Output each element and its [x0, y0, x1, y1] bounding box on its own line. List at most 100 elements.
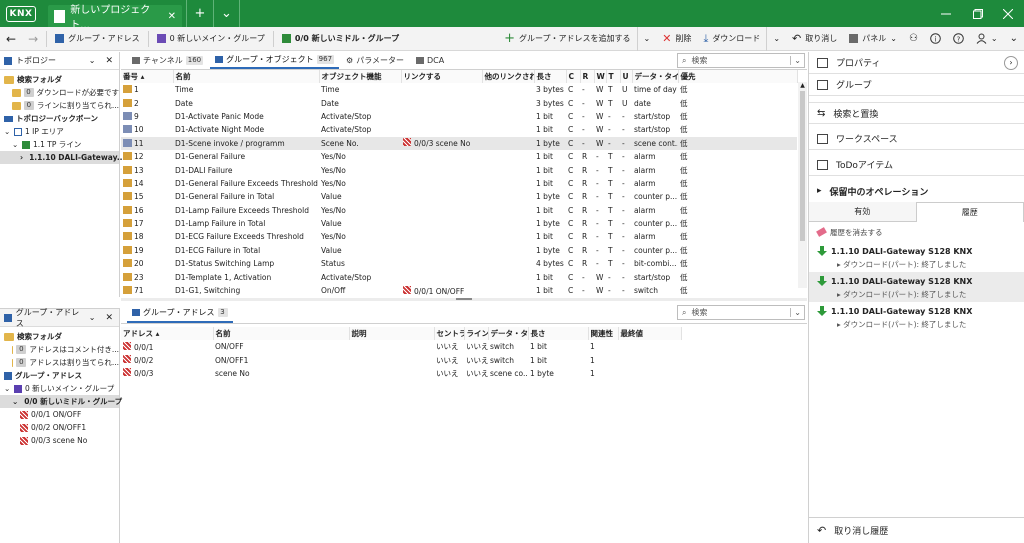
column-header[interactable]: 説明: [349, 327, 435, 340]
column-header[interactable]: U: [620, 70, 633, 83]
column-header[interactable]: W: [594, 70, 607, 83]
panel-button[interactable]: パネル ⌄: [843, 27, 903, 51]
user-icon[interactable]: ⌄: [970, 27, 1004, 51]
close-window-icon[interactable]: [992, 0, 1024, 27]
column-header[interactable]: 番号 ▴: [121, 70, 174, 83]
objects-scrollbar[interactable]: ▲: [798, 82, 807, 288]
column-header[interactable]: 名前: [173, 70, 320, 83]
ga-tree-item-row[interactable]: ⌄ 0 新しいメイン・グループ: [0, 382, 119, 395]
groups-item[interactable]: グループ: [809, 74, 1024, 96]
search-replace-item[interactable]: ⇆ 検索と置換: [809, 102, 1024, 124]
chevron-icon[interactable]: ⌄: [4, 384, 11, 393]
topology-item-row[interactable]: 検索フォルダ: [0, 73, 119, 86]
table-row[interactable]: 20 D1-Status Switching Lamp Status 4 bytes C…: [121, 257, 797, 270]
table-row[interactable]: 1 Time Time 3 bytes C - W T Utime of day 低: [121, 83, 797, 96]
search-dropdown-icon[interactable]: ⌄: [790, 308, 804, 317]
ga-tree-item-row[interactable]: 0/0/1 ON/OFF: [0, 408, 119, 421]
chevron-icon[interactable]: ⌄: [12, 140, 19, 149]
download-dropdown-icon[interactable]: ⌄: [766, 26, 786, 51]
minimize-icon[interactable]: [930, 0, 962, 27]
search-input[interactable]: 検索: [691, 307, 707, 318]
table-row[interactable]: 19 D1-ECG Failure in Total Value 1 byte C R - T…: [121, 244, 797, 257]
workspace-item[interactable]: ワークスペース: [809, 128, 1024, 150]
project-tab[interactable]: 新しいプロジェクト... ✕: [48, 5, 182, 31]
column-header[interactable]: オブジェクト機能: [319, 70, 402, 83]
ga-tree-item-row[interactable]: グループ・アドレス: [0, 369, 119, 382]
column-header[interactable]: データ・タイプ: [488, 327, 529, 340]
column-header[interactable]: セントラ: [434, 327, 465, 340]
table-row[interactable]: 0/0/3 scene No いいえ いいえ scene co... 1 byte 1: [121, 367, 681, 380]
splitter-handle[interactable]: [456, 298, 472, 300]
delete-button[interactable]: ✕ 削除: [656, 27, 697, 51]
column-header[interactable]: R: [580, 70, 595, 83]
column-header[interactable]: 優先: [678, 70, 798, 83]
properties-item[interactable]: プロパティ ›: [809, 52, 1024, 74]
table-row[interactable]: 0/0/1 ON/OFF いいえ いいえ switch 1 bit 1: [121, 340, 681, 353]
chevron-icon[interactable]: ⌄: [12, 397, 18, 406]
ga-panel-close-icon[interactable]: ✕: [105, 313, 113, 323]
tab-channels[interactable]: チャンネル 160: [127, 52, 208, 69]
todo-item[interactable]: ToDoアイテム: [809, 154, 1024, 176]
topology-dropdown-icon[interactable]: ⌄: [89, 56, 96, 65]
chevron-icon[interactable]: ›: [20, 153, 23, 162]
table-row[interactable]: 14 D1-General Failure Exceeds Threshold Ye…: [121, 177, 797, 190]
add-tab-button[interactable]: +: [186, 0, 213, 27]
table-row[interactable]: 15 D1-General Failure in Total Value 1 byte…: [121, 190, 797, 203]
info-icon[interactable]: i: [924, 27, 947, 51]
table-row[interactable]: 9 D1-Activate Panic Mode Activate/Stop 1 bi…: [121, 110, 797, 123]
table-row[interactable]: 17 D1-Lamp Failure in Total Value 1 byte C R -…: [121, 217, 797, 230]
column-header[interactable]: C: [566, 70, 581, 83]
close-tab-icon[interactable]: ✕: [168, 11, 176, 22]
table-row[interactable]: 2 Date Date 3 bytes C - W T Udate 低: [121, 96, 797, 109]
topology-item-row[interactable]: 0 ラインに割り当てられ...: [0, 99, 119, 112]
history-entry[interactable]: 1.1.10 DALI-Gateway S128 KNX ▸ ダウンロード(パート…: [809, 272, 1024, 302]
download-button[interactable]: ⤓ ダウンロード: [697, 27, 766, 51]
table-row[interactable]: 71 D1-G1, Switching On/Off 0/0/1 ON/OFF 1 bi…: [121, 284, 797, 296]
table-row[interactable]: 11 D1-Scene invoke / programm Scene No. 0/0…: [121, 136, 797, 150]
pending-operations-item[interactable]: ▸ 保留中のオペレーション: [809, 180, 1024, 202]
column-header[interactable]: 関連性: [588, 327, 619, 340]
column-header[interactable]: リンクする: [401, 70, 483, 83]
history-entry[interactable]: 1.1.10 DALI-Gateway S128 KNX ▸ ダウンロード(パート…: [809, 302, 1024, 332]
tab-menu-button[interactable]: ⌄: [213, 0, 240, 27]
topology-item-row[interactable]: トポロジーバックボーン: [0, 112, 119, 125]
table-row[interactable]: 18 D1-ECG Failure Exceeds Threshold Yes/No…: [121, 230, 797, 243]
search-input[interactable]: 検索: [691, 55, 707, 66]
topology-item-row[interactable]: › 1.1.10 DALI-Gateway...: [0, 151, 125, 164]
tab-group-addresses[interactable]: グループ・アドレス 3: [127, 303, 233, 323]
tab-group-objects[interactable]: グループ・オブジェクト 967: [210, 52, 340, 69]
column-header[interactable]: アドレス ▴: [121, 327, 214, 340]
column-header[interactable]: ライン・: [464, 327, 489, 340]
ga-tree-item-row[interactable]: 0 アドレスは割り当てられ...: [0, 356, 119, 369]
table-row[interactable]: 12 D1-General Failure Yes/No 1 bit C R - T - alar…: [121, 150, 797, 163]
ga-tree-item-row[interactable]: 0/0/3 scene No: [0, 434, 119, 447]
undo-button[interactable]: ↶ 取り消し: [786, 27, 843, 51]
ga-tree-item-row[interactable]: 0 アドレスはコメント付き...: [0, 343, 119, 356]
add-group-address-button[interactable]: + グループ・アドレスを追加する: [498, 27, 636, 51]
tab-history[interactable]: 履歴: [915, 202, 1024, 222]
scroll-up-icon[interactable]: ▲: [798, 82, 807, 89]
clear-history-button[interactable]: 履歴を消去する: [809, 222, 1024, 242]
column-header[interactable]: 名前: [213, 327, 350, 340]
column-header[interactable]: 長さ: [534, 70, 567, 83]
ga-panel-dropdown-icon[interactable]: ⌄: [89, 313, 96, 322]
ga-tree-item-row[interactable]: 検索フォルダ: [0, 330, 119, 343]
tab-valid[interactable]: 有効: [809, 202, 916, 222]
ga-tree-item-row[interactable]: 0/0/2 ON/OFF1: [0, 421, 119, 434]
horizontal-splitter[interactable]: [121, 298, 807, 301]
chevron-icon[interactable]: ⌄: [4, 127, 11, 136]
undo-history-item[interactable]: ↶ 取り消し履歴: [809, 517, 1024, 543]
tab-dca[interactable]: DCA: [411, 52, 449, 69]
forward-icon[interactable]: →: [22, 27, 44, 51]
column-header[interactable]: 長さ: [528, 327, 589, 340]
table-row[interactable]: 23 D1-Template 1, Activation Activate/Stop…: [121, 270, 797, 283]
column-header[interactable]: 最終値: [618, 327, 682, 340]
column-header[interactable]: 他のリンクされた: [482, 70, 535, 83]
topology-close-icon[interactable]: ✕: [105, 56, 113, 66]
objects-search[interactable]: ⌕ 検索 ⌄: [677, 53, 805, 68]
breadcrumb-middle-group[interactable]: 0/0 新しいミドル・グループ: [276, 27, 405, 51]
restore-icon[interactable]: [962, 0, 994, 27]
help-icon[interactable]: ?: [947, 27, 970, 51]
network-icon[interactable]: ⚇: [903, 27, 924, 51]
topology-item-row[interactable]: ⌄ 1.1 TP ライン: [0, 138, 119, 151]
